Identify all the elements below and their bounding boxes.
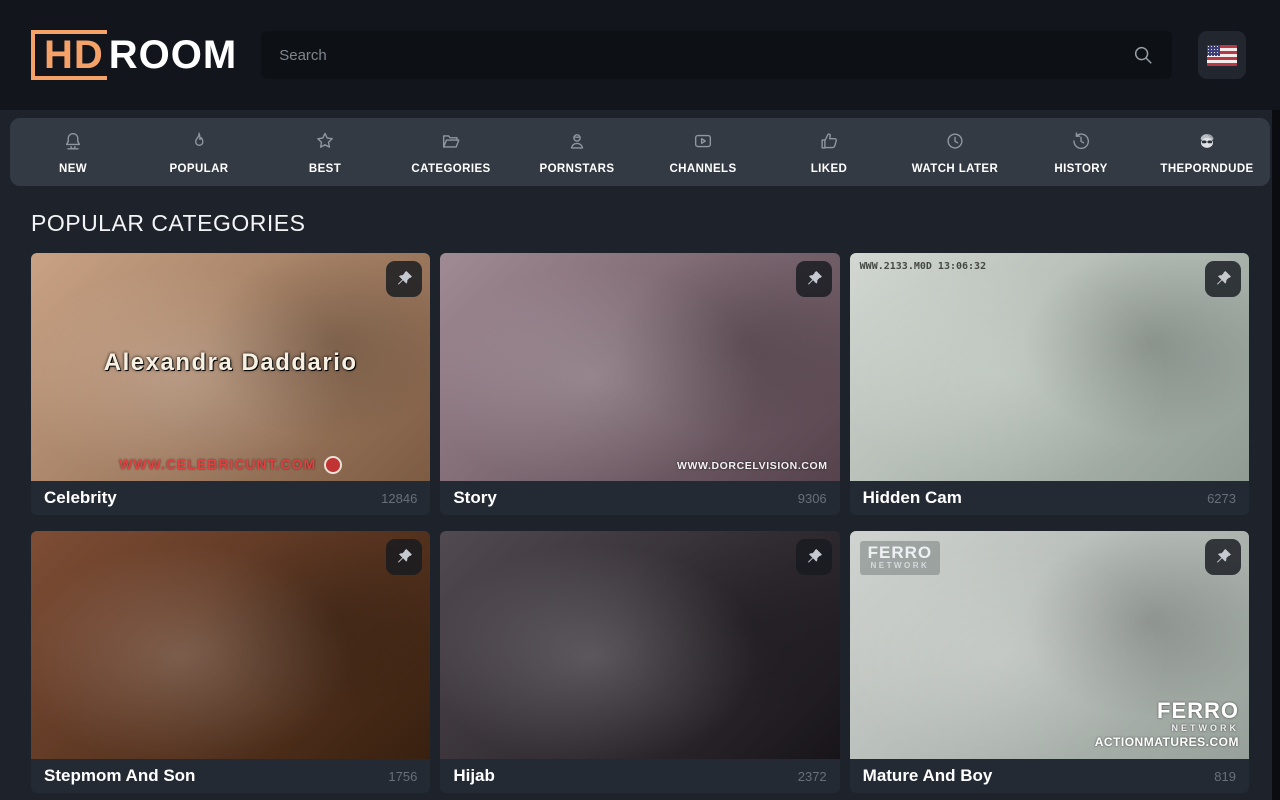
scrollbar-track[interactable] xyxy=(1272,110,1280,800)
category-card[interactable]: Stepmom And Son 1756 xyxy=(31,531,430,793)
category-card[interactable]: Alexandra Daddario WWW.CELEBRICUNT.COM C… xyxy=(31,253,430,515)
search-bar[interactable] xyxy=(261,31,1172,79)
category-card[interactable]: FERRO NETWORK FERRO NETWORK ACTIONMATURE… xyxy=(850,531,1249,793)
category-thumbnail-placeholder[interactable] xyxy=(440,531,839,759)
search-icon[interactable] xyxy=(1132,44,1154,66)
nav-item-watch-later[interactable]: WATCH LATER xyxy=(892,118,1018,186)
category-card-footer: Hidden Cam 6273 xyxy=(850,481,1249,515)
pin-button[interactable] xyxy=(386,261,422,297)
us-flag-icon xyxy=(1207,45,1237,66)
thumbnail-texture xyxy=(440,531,839,759)
dude-face-icon xyxy=(1196,130,1218,157)
nav-item-categories[interactable]: CATEGORIES xyxy=(388,118,514,186)
site-logo[interactable]: HDROOM xyxy=(31,30,237,80)
category-count: 1756 xyxy=(388,769,417,784)
category-card[interactable]: WWW.DORCELVISION.COM Story 9306 xyxy=(440,253,839,515)
category-thumbnail-placeholder[interactable]: FERRO NETWORK FERRO NETWORK ACTIONMATURE… xyxy=(850,531,1249,759)
category-title: Mature And Boy xyxy=(863,766,993,786)
header: HDROOM xyxy=(0,0,1280,110)
thumbnail-texture xyxy=(850,253,1249,481)
pin-button[interactable] xyxy=(796,261,832,297)
bell-icon xyxy=(62,130,84,157)
nav-item-liked[interactable]: LIKED xyxy=(766,118,892,186)
page-title: POPULAR CATEGORIES xyxy=(31,210,1249,237)
category-card-footer: Hijab 2372 xyxy=(440,759,839,793)
watermark-corner-text: WWW.DORCELVISION.COM xyxy=(677,460,828,472)
category-title: Celebrity xyxy=(44,488,117,508)
studio-badge: FERRO NETWORK xyxy=(860,541,941,575)
category-count: 6273 xyxy=(1207,491,1236,506)
category-count: 2372 xyxy=(798,769,827,784)
search-input[interactable] xyxy=(279,47,1132,64)
category-title: Hijab xyxy=(453,766,495,786)
category-card[interactable]: WWW.2133.M0D 13:06:32 Hidden Ca xyxy=(850,253,1249,515)
studio-watermark: FERRO NETWORK ACTIONMATURES.COM xyxy=(1095,701,1239,751)
pin-button[interactable] xyxy=(1205,261,1241,297)
thumbnail-caption-text: Alexandra Daddario xyxy=(31,349,430,377)
person-icon xyxy=(566,130,588,157)
nav-item-pornstars[interactable]: PORNSTARS xyxy=(514,118,640,186)
logo-hd-text: HD xyxy=(44,33,104,77)
category-count: 819 xyxy=(1214,769,1236,784)
category-thumbnail-placeholder[interactable]: WWW.DORCELVISION.COM xyxy=(440,253,839,481)
category-title: Hidden Cam xyxy=(863,488,962,508)
logo-room-text: ROOM xyxy=(109,35,237,75)
language-button[interactable] xyxy=(1198,31,1246,79)
flame-icon xyxy=(188,130,210,157)
category-count: 9306 xyxy=(798,491,827,506)
pin-button[interactable] xyxy=(386,539,422,575)
nav-item-theporndude[interactable]: THEPORNDUDE xyxy=(1144,118,1270,186)
history-clock-icon xyxy=(1070,130,1092,157)
logo-bracket: HD xyxy=(31,30,107,80)
thumbnail-texture xyxy=(440,253,839,481)
category-count: 12846 xyxy=(381,491,417,506)
watermark-badge-icon xyxy=(324,456,342,474)
watermark-text: WWW.CELEBRICUNT.COM xyxy=(31,456,430,474)
category-card-footer: Story 9306 xyxy=(440,481,839,515)
category-grid: Alexandra Daddario WWW.CELEBRICUNT.COM C… xyxy=(31,253,1249,793)
category-card[interactable]: Hijab 2372 xyxy=(440,531,839,793)
pin-button[interactable] xyxy=(1205,539,1241,575)
category-thumbnail-placeholder[interactable] xyxy=(31,531,430,759)
camera-timestamp-overlay: WWW.2133.M0D 13:06:32 xyxy=(860,261,986,272)
category-card-footer: Mature And Boy 819 xyxy=(850,759,1249,793)
clock-icon xyxy=(944,130,966,157)
star-icon xyxy=(314,130,336,157)
main-navigation: NEW POPULAR BEST CATEGORIES PORNSTARS CH… xyxy=(10,118,1270,186)
category-card-footer: Stepmom And Son 1756 xyxy=(31,759,430,793)
nav-item-new[interactable]: NEW xyxy=(10,118,136,186)
play-screen-icon xyxy=(692,130,714,157)
category-title: Story xyxy=(453,488,496,508)
pin-button[interactable] xyxy=(796,539,832,575)
nav-item-history[interactable]: HISTORY xyxy=(1018,118,1144,186)
category-card-footer: Celebrity 12846 xyxy=(31,481,430,515)
nav-item-best[interactable]: BEST xyxy=(262,118,388,186)
thumb-up-icon xyxy=(818,130,840,157)
thumbnail-texture xyxy=(31,531,430,759)
category-title: Stepmom And Son xyxy=(44,766,195,786)
nav-item-popular[interactable]: POPULAR xyxy=(136,118,262,186)
category-thumbnail-placeholder[interactable]: WWW.2133.M0D 13:06:32 xyxy=(850,253,1249,481)
category-thumbnail-placeholder[interactable]: Alexandra Daddario WWW.CELEBRICUNT.COM xyxy=(31,253,430,481)
nav-item-channels[interactable]: CHANNELS xyxy=(640,118,766,186)
folder-icon xyxy=(440,130,462,157)
